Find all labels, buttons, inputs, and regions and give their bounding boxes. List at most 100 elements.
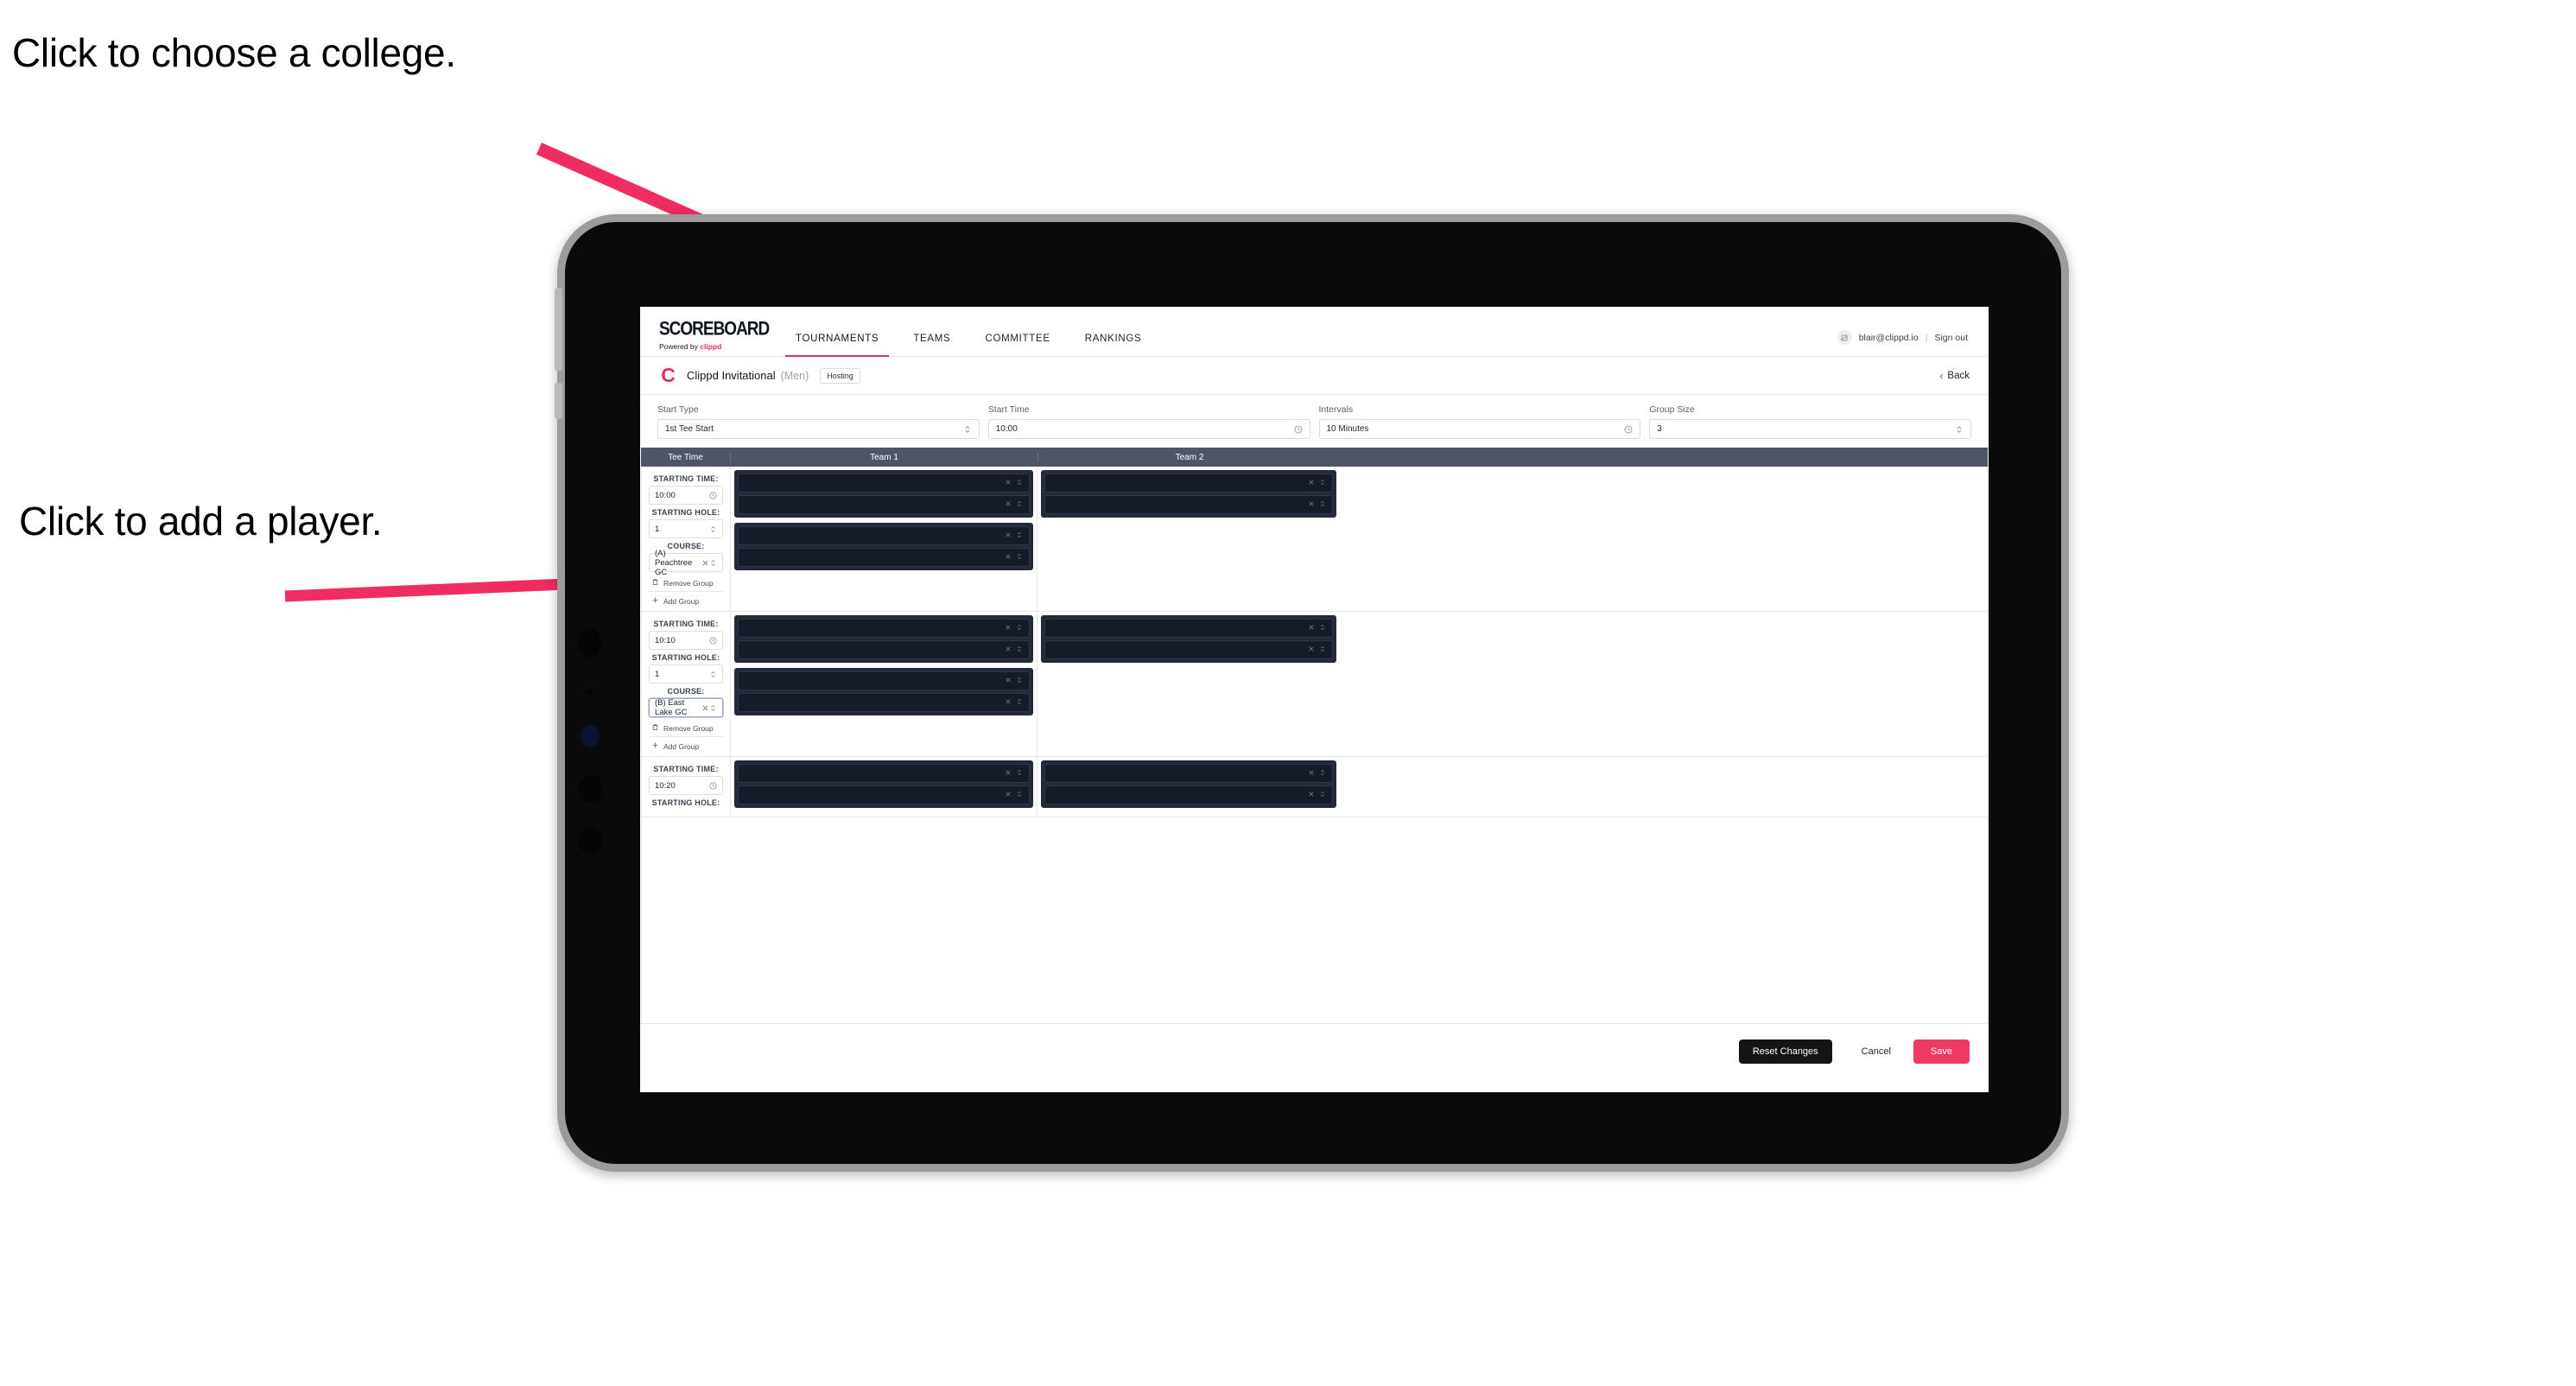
starting-hole-input[interactable]: 1 [649, 664, 723, 683]
clock-icon[interactable] [709, 637, 717, 645]
player-slot[interactable] [1044, 640, 1333, 659]
avatar-icon[interactable] [1837, 330, 1852, 345]
player-slot[interactable] [738, 495, 1030, 514]
intervals-input[interactable]: 10 Minutes [1318, 419, 1641, 439]
stepper-icon[interactable] [1319, 624, 1326, 633]
stepper-icon[interactable] [709, 671, 717, 678]
player-slot[interactable] [1044, 495, 1333, 514]
clear-icon[interactable] [701, 704, 709, 712]
clear-icon[interactable] [1005, 624, 1012, 633]
sign-out-link[interactable]: Sign out [1934, 333, 1968, 343]
player-slot[interactable] [1044, 764, 1333, 783]
filter-label: Start Time [987, 404, 1030, 415]
tab-rankings[interactable]: RANKINGS [1068, 334, 1159, 356]
stepper-icon[interactable] [1016, 677, 1023, 685]
tab-committee[interactable]: COMMITTEE [968, 334, 1067, 356]
clear-icon[interactable] [1005, 645, 1012, 654]
starting-time-input[interactable]: 10:20 [649, 776, 723, 795]
clear-icon[interactable] [1308, 479, 1315, 487]
clear-icon[interactable] [1005, 677, 1012, 685]
player-slot[interactable] [738, 640, 1030, 659]
group-size-stepper[interactable]: 3 [1649, 419, 1971, 439]
clear-icon[interactable] [1005, 698, 1012, 707]
starting-time-label: STARTING TIME: [653, 620, 719, 628]
stepper-icon[interactable] [709, 559, 717, 567]
starting-time-input[interactable]: 10:10 [649, 631, 723, 650]
clear-icon[interactable] [1308, 791, 1315, 799]
player-slot[interactable] [738, 526, 1030, 545]
stepper-icon[interactable] [1016, 479, 1023, 487]
stepper-icon[interactable] [1319, 645, 1326, 654]
reset-changes-button[interactable]: Reset Changes [1738, 1039, 1832, 1064]
power-button[interactable] [555, 383, 562, 419]
tee-times-table-body[interactable]: STARTING TIME: 10:00 STARTING HOLE: 1 CO… [641, 467, 1988, 1023]
stepper-icon[interactable] [1016, 791, 1023, 799]
clock-icon[interactable] [709, 782, 717, 790]
player-slot[interactable] [738, 671, 1030, 690]
player-slot[interactable] [1044, 474, 1333, 493]
clear-icon[interactable] [1005, 479, 1012, 487]
volume-button[interactable] [555, 288, 562, 371]
cancel-button[interactable]: Cancel [1844, 1040, 1908, 1064]
clear-icon[interactable] [1308, 769, 1315, 778]
starting-time-label: STARTING TIME: [653, 474, 719, 483]
clock-icon[interactable] [1294, 425, 1303, 434]
scoreboard-logo[interactable]: SCOREBOARD Powered by clippd [640, 319, 770, 357]
clear-icon[interactable] [1005, 500, 1012, 509]
clear-icon[interactable] [1308, 624, 1315, 633]
player-slot[interactable] [738, 619, 1030, 638]
clear-icon[interactable] [1005, 791, 1012, 799]
player-slot[interactable] [1044, 785, 1333, 804]
player-slot[interactable] [738, 785, 1030, 804]
stepper-icon[interactable] [1016, 645, 1023, 654]
save-button[interactable]: Save [1913, 1039, 1970, 1064]
add-group-button[interactable]: Add Group [649, 736, 723, 751]
tab-teams[interactable]: TEAMS [896, 334, 968, 356]
clock-icon[interactable] [1624, 425, 1633, 434]
player-slot[interactable] [738, 764, 1030, 783]
course-label: COURSE: [667, 687, 705, 696]
stepper-icon[interactable] [1016, 769, 1023, 778]
start-time-input[interactable]: 10:00 [987, 419, 1310, 439]
clear-icon[interactable] [701, 559, 709, 567]
stepper-icon[interactable] [1016, 553, 1023, 562]
stepper-icon[interactable] [1319, 791, 1326, 799]
plus-icon [651, 596, 659, 606]
back-button[interactable]: ‹ Back [1939, 370, 1970, 382]
remove-group-button[interactable]: Remove Group [649, 723, 723, 733]
start-type-select[interactable]: 1st Tee Start [657, 419, 980, 439]
starting-hole-input[interactable]: 1 [649, 519, 723, 538]
table-row: STARTING TIME: 10:20 STARTING HOLE: [642, 757, 1987, 817]
stepper-icon[interactable] [1319, 769, 1326, 778]
stepper-icon[interactable] [1016, 531, 1023, 540]
player-slot[interactable] [738, 548, 1030, 567]
stepper-icon[interactable] [963, 425, 972, 434]
starting-time-input[interactable]: 10:00 [649, 486, 723, 505]
course-select[interactable]: (A) Peachtree GC [649, 549, 723, 577]
stepper-icon[interactable] [709, 525, 717, 533]
remove-group-button[interactable]: Remove Group [649, 578, 723, 588]
course-select[interactable]: (B) East Lake GC [649, 698, 723, 717]
player-slot[interactable] [738, 693, 1030, 712]
tournament-gender: (Men) [780, 369, 809, 382]
stepper-icon[interactable] [1319, 500, 1326, 509]
clock-icon[interactable] [709, 492, 717, 499]
stepper-icon[interactable] [1016, 698, 1023, 707]
add-group-button[interactable]: Add Group [649, 591, 723, 606]
clear-icon[interactable] [1308, 645, 1315, 654]
clear-icon[interactable] [1308, 500, 1315, 509]
stepper-icon[interactable] [709, 704, 717, 712]
filter-label: Start Type [657, 404, 699, 415]
clear-icon[interactable] [1005, 531, 1012, 540]
clear-icon[interactable] [1005, 769, 1012, 778]
player-slot[interactable] [1044, 619, 1333, 638]
stepper-icon[interactable] [1016, 500, 1023, 509]
stepper-icon[interactable] [1955, 425, 1964, 434]
clear-icon[interactable] [1005, 553, 1012, 562]
player-slot[interactable] [738, 474, 1030, 493]
stepper-icon[interactable] [1319, 479, 1326, 487]
stepper-icon[interactable] [1016, 624, 1023, 633]
team-2-cell [1037, 757, 1340, 817]
tab-tournaments[interactable]: TOURNAMENTS [778, 334, 896, 357]
tee-time-cell: STARTING TIME: 10:10 STARTING HOLE: 1 CO… [642, 612, 731, 756]
